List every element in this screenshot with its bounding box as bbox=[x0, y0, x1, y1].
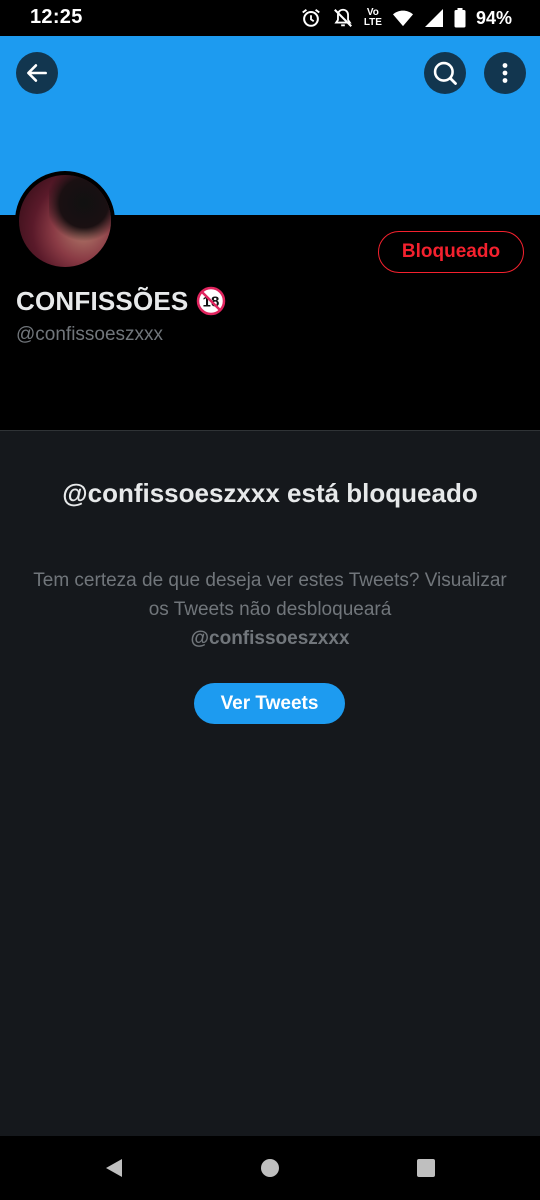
profile-handle: @confissoeszxxx bbox=[16, 324, 164, 345]
blocked-title: @confissoeszxxx está bloqueado bbox=[62, 478, 478, 508]
status-icons: Vo LTE 94% bbox=[300, 5, 512, 31]
blocked-button[interactable]: Bloqueado bbox=[378, 231, 524, 273]
square-recents-icon bbox=[417, 1159, 435, 1177]
adult-content-18-icon: 18 bbox=[197, 286, 226, 316]
divider bbox=[0, 430, 540, 431]
display-name: CONFISSÕES 18 bbox=[16, 284, 226, 318]
search-icon bbox=[433, 61, 457, 85]
display-name-text: CONFISSÕES bbox=[16, 285, 189, 316]
more-vertical-icon bbox=[502, 63, 508, 83]
more-options-button[interactable] bbox=[484, 52, 526, 94]
system-nav-bar bbox=[0, 1136, 540, 1200]
status-bar: 12:25 Vo LTE 94% bbox=[0, 0, 540, 36]
view-tweets-button[interactable]: Ver Tweets bbox=[194, 683, 345, 724]
search-button[interactable] bbox=[424, 52, 466, 94]
avatar[interactable] bbox=[15, 171, 115, 271]
battery-icon bbox=[454, 8, 466, 28]
alarm-icon bbox=[300, 7, 322, 29]
cell-signal-icon bbox=[424, 8, 444, 28]
nav-back-button[interactable] bbox=[102, 1156, 126, 1180]
wifi-icon bbox=[392, 8, 414, 28]
status-time: 12:25 bbox=[30, 6, 83, 28]
avatar-image bbox=[19, 175, 111, 267]
profile-screen: 12:25 Vo LTE 94% Bloqueado CONFISSÕES @c… bbox=[0, 0, 540, 1200]
triangle-back-icon bbox=[106, 1159, 122, 1177]
volte-label-bottom: LTE bbox=[363, 17, 382, 28]
volte-icon: Vo LTE bbox=[364, 8, 382, 28]
nav-recents-button[interactable] bbox=[414, 1156, 438, 1180]
nav-home-button[interactable] bbox=[258, 1156, 282, 1180]
arrow-left-icon bbox=[27, 64, 47, 82]
blocked-description-handle: @confissoeszxxx bbox=[190, 628, 350, 649]
blocked-description-text: Tem certeza de que deseja ver estes Twee… bbox=[33, 570, 507, 620]
blocked-description: Tem certeza de que deseja ver estes Twee… bbox=[30, 566, 510, 653]
notifications-off-icon bbox=[332, 7, 354, 29]
circle-home-icon bbox=[261, 1159, 279, 1177]
back-button[interactable] bbox=[16, 52, 58, 94]
battery-percent: 94% bbox=[475, 7, 512, 28]
